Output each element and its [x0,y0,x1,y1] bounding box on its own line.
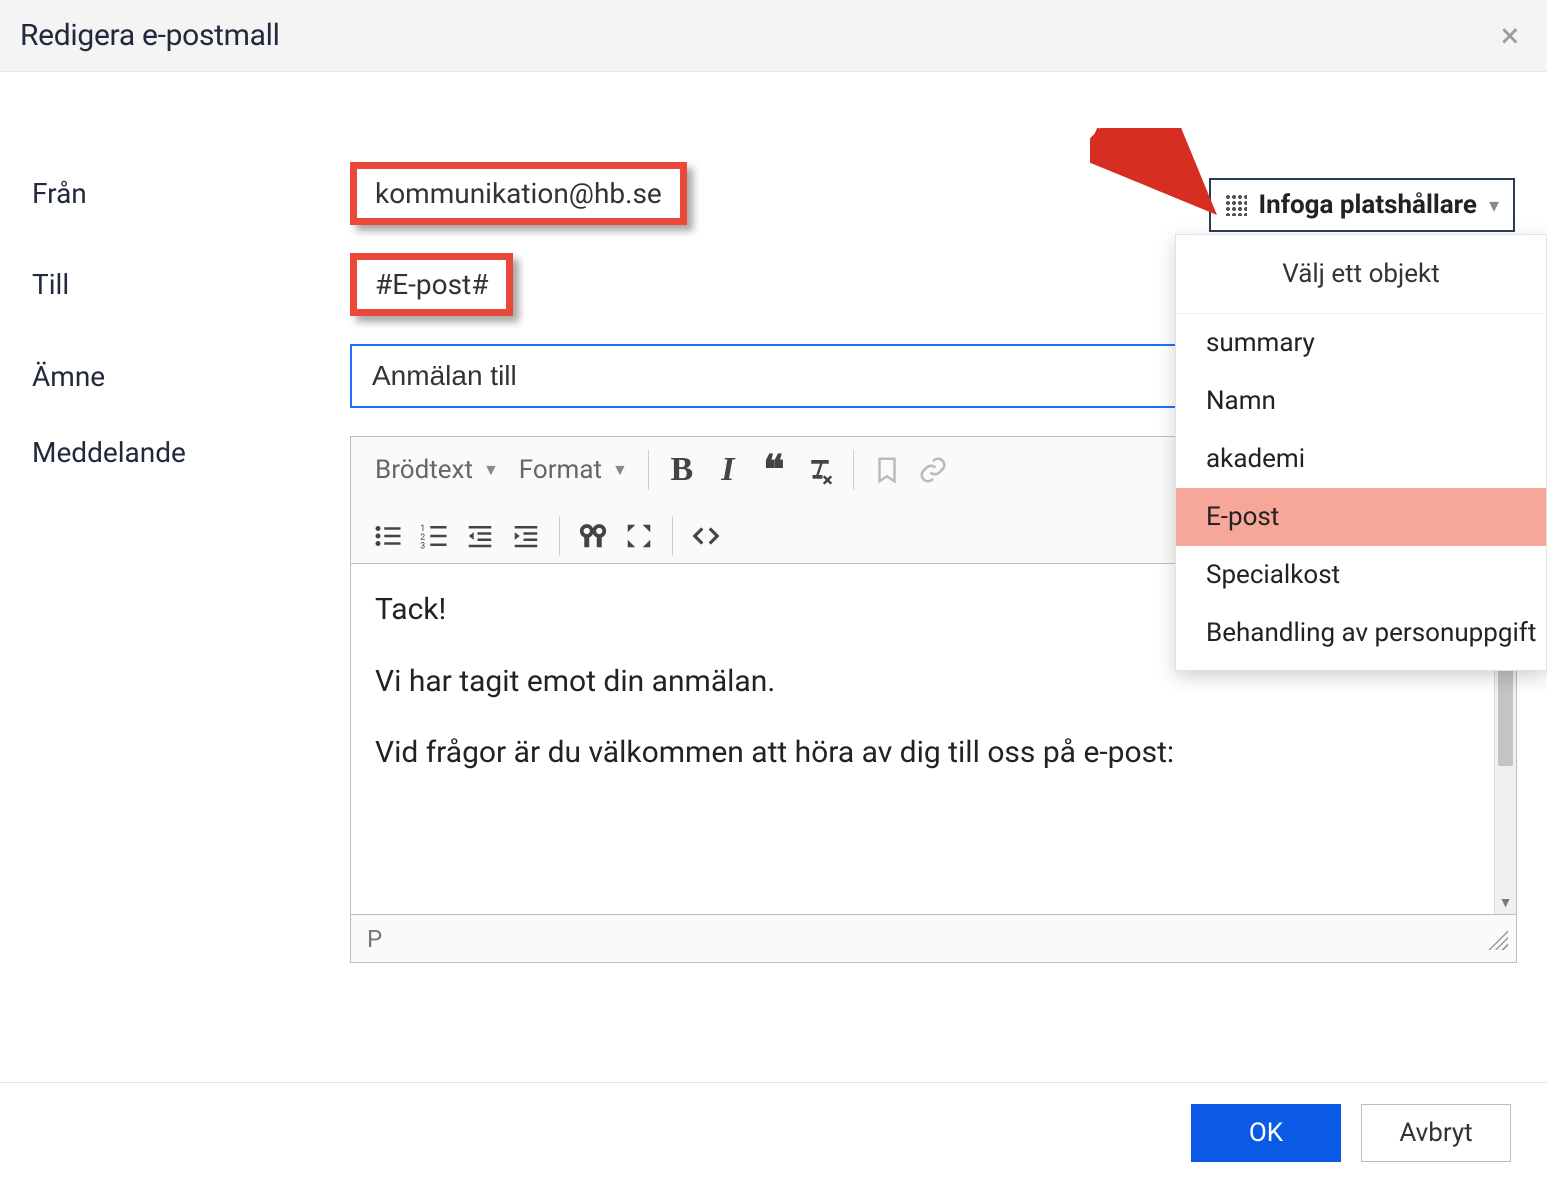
bullet-list-button[interactable] [365,513,411,559]
find-button[interactable] [570,513,616,559]
link-button[interactable] [910,447,956,493]
to-field[interactable]: #E-post# [350,253,513,316]
placeholder-item-summary[interactable]: summary [1176,314,1546,372]
bold-button[interactable]: B [659,447,705,493]
toolbar-separator [853,450,854,490]
placeholder-item-specialkost[interactable]: Specialkost [1176,546,1546,604]
source-code-button[interactable] [683,513,729,559]
dialog-header: Redigera e-postmall × [0,0,1547,72]
insert-placeholder-label: Infoga platshållare [1259,190,1477,220]
placeholder-item-epost[interactable]: E-post [1176,488,1546,546]
caret-down-icon: ▼ [483,460,499,480]
numbered-list-button[interactable]: 123 [411,513,457,559]
outdent-button[interactable] [457,513,503,559]
label-to: Till [30,268,350,301]
toolbar-separator [559,516,560,556]
fullscreen-button[interactable] [616,513,662,559]
placeholder-item-behandling[interactable]: Behandling av personuppgift [1176,604,1546,662]
dialog-content: Infoga platshållare ▾ Välj ett objekt su… [0,72,1547,963]
editor-path: P [367,925,382,953]
from-field[interactable]: kommunikation@hb.se [350,162,687,225]
format-label: Format [519,455,602,485]
editor-line: Vid frågor är du välkommen att höra av d… [375,731,1492,775]
dialog-title: Redigera e-postmall [20,18,280,53]
close-icon[interactable]: × [1497,19,1523,53]
toolbar-separator [648,450,649,490]
cancel-button[interactable]: Avbryt [1361,1104,1511,1162]
editor-status-bar: P [351,914,1516,962]
placeholder-panel: Välj ett objekt summary Namn akademi E-p… [1175,234,1547,671]
resize-grip-icon[interactable] [1486,928,1508,950]
label-from: Från [30,177,350,210]
svg-text:3: 3 [420,542,425,552]
bookmark-button[interactable] [864,447,910,493]
placeholder-item-namn[interactable]: Namn [1176,372,1546,430]
paragraph-style-dropdown[interactable]: Brödtext ▼ [365,449,509,491]
toolbar-separator [672,516,673,556]
chevron-down-icon: ▾ [1489,193,1499,217]
placeholder-item-akademi[interactable]: akademi [1176,430,1546,488]
blockquote-button[interactable]: ❝ [751,447,797,493]
scroll-down-icon[interactable]: ▼ [1495,892,1516,914]
placeholder-panel-header: Välj ett objekt [1176,235,1546,314]
clear-format-button[interactable] [797,447,843,493]
paragraph-style-label: Brödtext [375,455,473,485]
italic-button[interactable]: I [705,447,751,493]
caret-down-icon: ▼ [612,460,628,480]
ok-button[interactable]: OK [1191,1104,1341,1162]
indent-button[interactable] [503,513,549,559]
label-subject: Ämne [30,360,350,393]
format-dropdown[interactable]: Format ▼ [509,449,638,491]
label-message: Meddelande [30,436,350,469]
dialog-footer: OK Avbryt [0,1082,1547,1182]
grid-icon [1225,194,1247,216]
insert-placeholder-button[interactable]: Infoga platshållare ▾ [1209,178,1515,232]
